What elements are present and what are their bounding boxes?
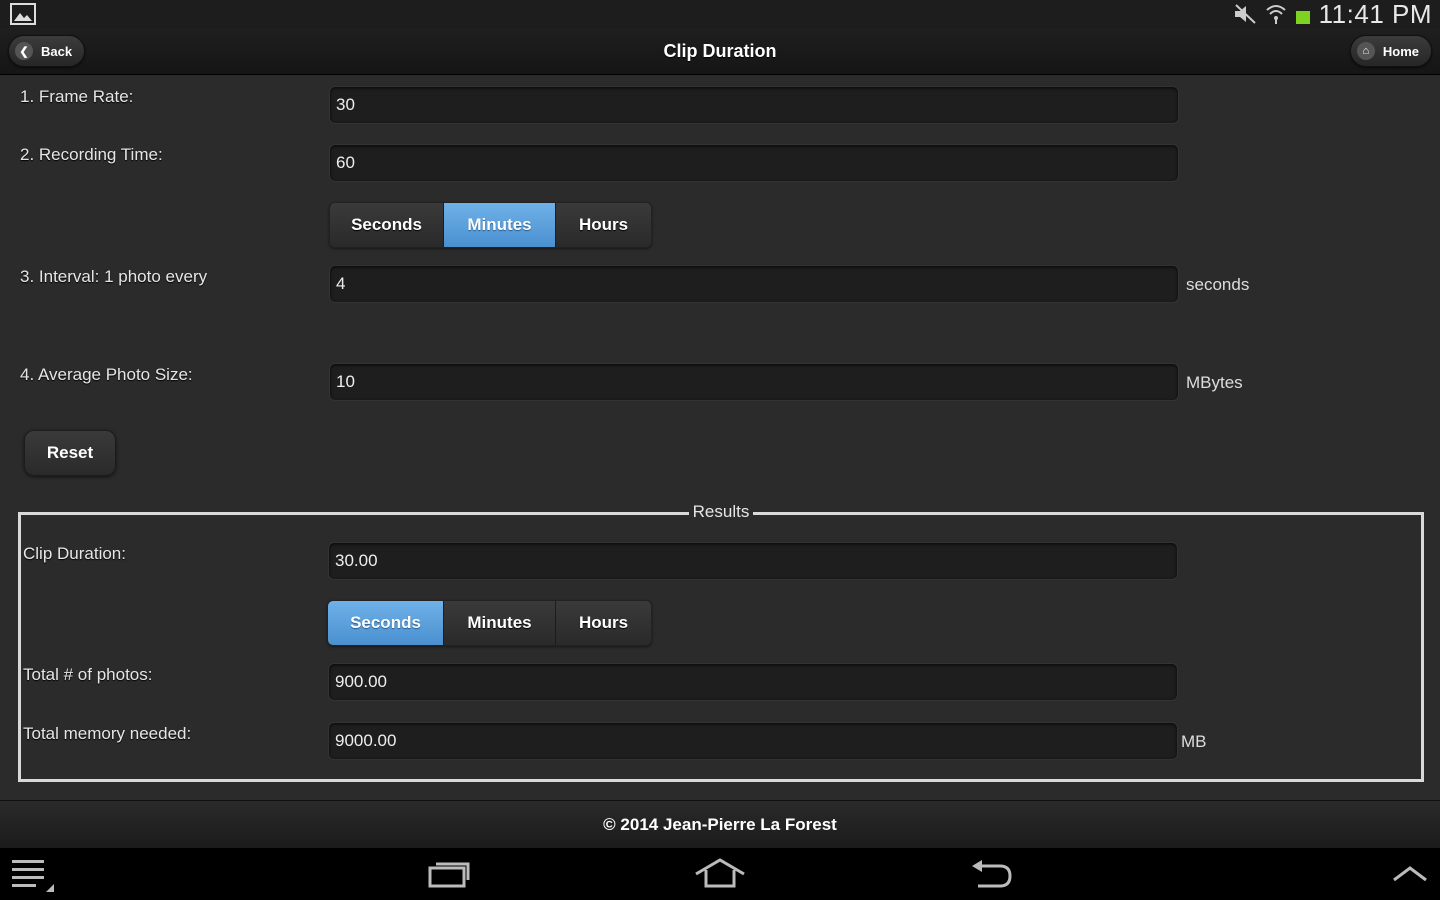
home-nav-icon[interactable] — [694, 858, 746, 890]
status-bar: 11:41 PM — [0, 0, 1440, 29]
footer: © 2014 Jean-Pierre La Forest — [0, 800, 1440, 849]
total-photos-output: 900.00 — [328, 663, 1178, 701]
total-memory-unit: MB — [1181, 732, 1207, 751]
interval-label: 3. Interval: 1 photo every — [20, 267, 208, 286]
photo-size-unit: MBytes — [1186, 373, 1243, 392]
photo-size-label: 4. Average Photo Size: — [20, 365, 193, 384]
results-legend: Results — [688, 502, 754, 521]
frame-rate-input[interactable]: 30 — [329, 86, 1179, 124]
status-time: 11:41 PM — [1318, 0, 1432, 29]
back-nav-icon[interactable] — [970, 858, 1014, 890]
clip-duration-output: 30.00 — [328, 542, 1178, 580]
recording-time-label: 2. Recording Time: — [20, 145, 163, 164]
total-memory-label: Total memory needed: — [23, 724, 192, 743]
duration-unit-seconds[interactable]: Seconds — [328, 601, 444, 645]
interval-input[interactable]: 4 — [329, 265, 1179, 303]
chevron-left-icon: ❮ — [15, 42, 33, 60]
recording-unit-seconds[interactable]: Seconds — [330, 203, 444, 247]
duration-unit-hours[interactable]: Hours — [556, 601, 651, 645]
photo-size-input[interactable]: 10 — [329, 363, 1179, 401]
recording-unit-minutes[interactable]: Minutes — [444, 203, 556, 247]
recording-time-input[interactable]: 60 — [329, 144, 1179, 182]
back-button-label: Back — [41, 43, 73, 59]
mute-icon — [1234, 4, 1256, 24]
interval-unit: seconds — [1186, 275, 1250, 294]
header-bar: Clip Duration ❮ Back ⌂ Home — [0, 28, 1440, 75]
reset-button[interactable]: Reset — [24, 430, 116, 476]
system-nav-bar — [0, 848, 1440, 900]
gallery-notification-icon — [10, 3, 36, 25]
frame-rate-label: 1. Frame Rate: — [20, 87, 134, 106]
home-button[interactable]: ⌂ Home — [1349, 35, 1432, 67]
battery-icon — [1295, 11, 1310, 24]
home-icon: ⌂ — [1356, 42, 1375, 60]
recording-unit-hours[interactable]: Hours — [556, 203, 651, 247]
clip-duration-label: Clip Duration: — [23, 544, 126, 563]
total-photos-label: Total # of photos: — [23, 665, 153, 684]
chevron-up-icon[interactable] — [1390, 858, 1430, 890]
recording-unit-selector: Seconds Minutes Hours — [329, 202, 652, 248]
duration-unit-minutes[interactable]: Minutes — [444, 601, 556, 645]
recent-apps-icon[interactable] — [426, 858, 472, 890]
wifi-icon — [1265, 5, 1286, 24]
back-button[interactable]: ❮ Back — [8, 35, 86, 67]
duration-unit-selector: Seconds Minutes Hours — [327, 600, 652, 646]
page-title: Clip Duration — [663, 40, 777, 61]
home-button-label: Home — [1382, 43, 1419, 59]
copyright-text: © 2014 Jean-Pierre La Forest — [603, 815, 837, 834]
menu-icon[interactable] — [12, 858, 56, 892]
total-memory-output: 9000.00 — [328, 722, 1178, 760]
